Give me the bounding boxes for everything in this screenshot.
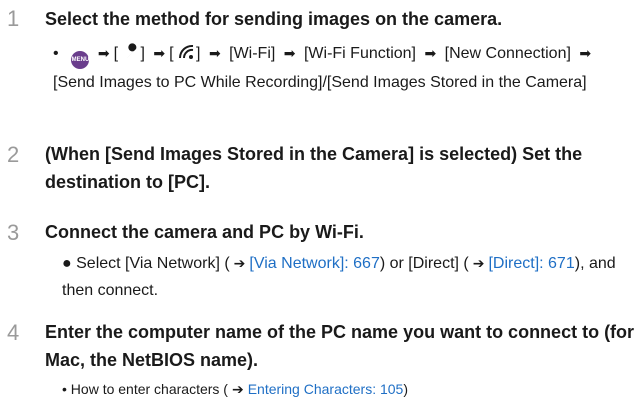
- step-title: Select the method for sending images on …: [45, 9, 503, 29]
- path-send-images: [Send Images to PC While Recording]/[Sen…: [53, 74, 587, 91]
- step-number: 4: [7, 320, 20, 345]
- direct-link[interactable]: [Direct]: 671: [488, 255, 574, 272]
- step-note: • How to enter characters (➔ Entering Cha…: [62, 381, 409, 397]
- step-title: (When [Send Images Stored in the Camera]…: [45, 144, 583, 192]
- step-note: ● Select [Via Network] (➔ [Via Network]: …: [62, 255, 616, 299]
- menu-icon: MENU: [71, 51, 90, 69]
- path-wifi-function: [Wi-Fi Function]: [303, 45, 416, 62]
- path-new-connection: [New Connection]: [444, 45, 571, 62]
- path-wifi: [Wi-Fi]: [229, 45, 276, 62]
- step-number: 2: [7, 142, 20, 167]
- wrench-icon: [125, 43, 136, 59]
- step-title: Connect the camera and PC by Wi-Fi.: [45, 222, 364, 242]
- via-network-link[interactable]: [Via Network]: 667: [249, 255, 379, 272]
- step-title: Enter the computer name of the PC name y…: [45, 322, 635, 370]
- step-instruction: • MENU ➡[ ] ➡[ ] ➡ [Wi-Fi] ➡ [Wi-Fi Func…: [53, 43, 592, 91]
- entering-characters-link[interactable]: Entering Characters: 105: [248, 381, 404, 397]
- step-number: 3: [7, 220, 20, 245]
- step-number: 1: [7, 6, 20, 31]
- wifi-icon: [179, 44, 194, 59]
